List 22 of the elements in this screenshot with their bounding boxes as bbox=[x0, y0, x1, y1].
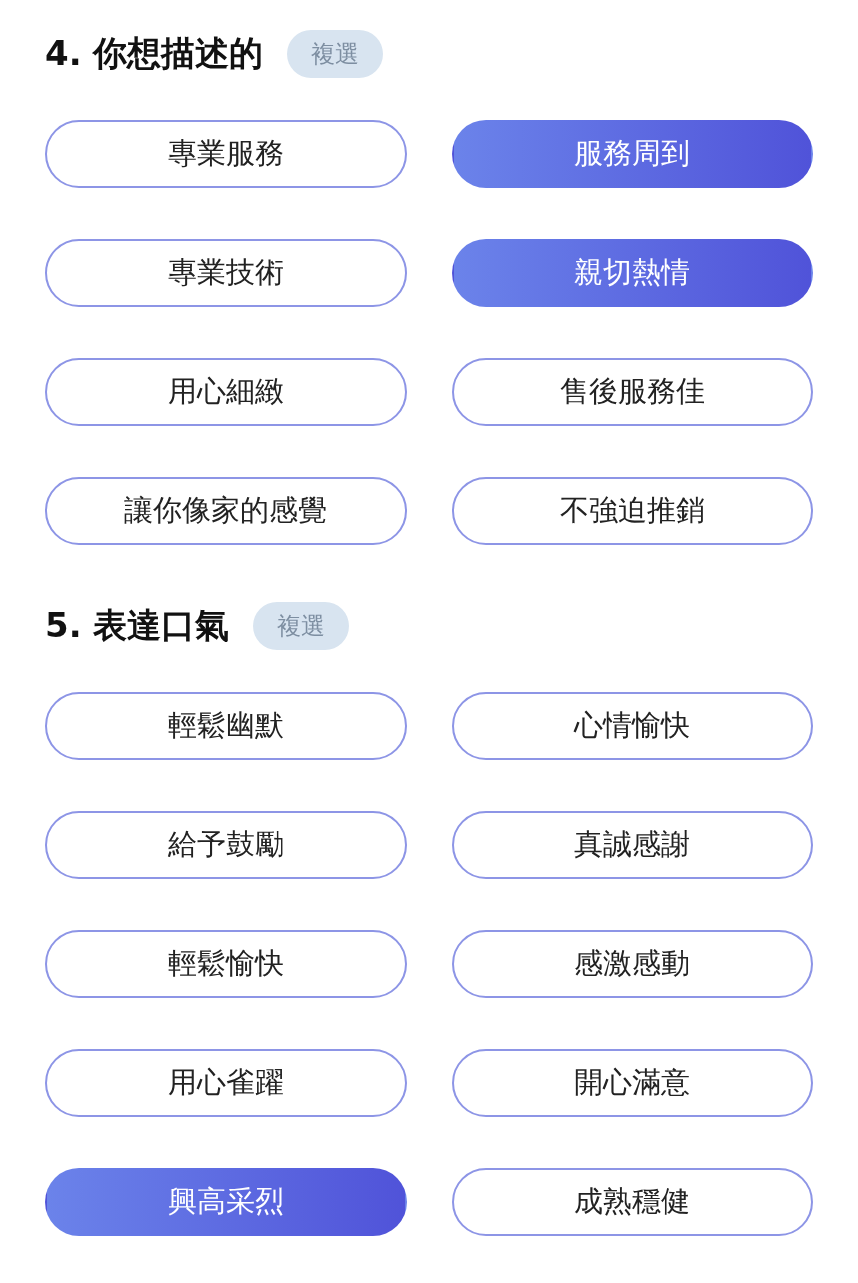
option-button[interactable]: 服務周到 bbox=[451, 120, 813, 188]
option-button[interactable]: 親切熱情 bbox=[451, 239, 813, 307]
option-button[interactable]: 成熟穩健 bbox=[451, 1168, 813, 1236]
option-button[interactable]: 感激感動 bbox=[451, 930, 813, 998]
option-button[interactable]: 真誠感謝 bbox=[451, 811, 813, 879]
option-button[interactable]: 用心雀躍 bbox=[45, 1049, 407, 1117]
multi-select-tag: 複選 bbox=[253, 602, 350, 650]
section-title: 4. 你想描述的 bbox=[45, 32, 264, 75]
section-title: 5. 表達口氣 bbox=[45, 604, 230, 647]
multi-select-tag: 複選 bbox=[287, 30, 384, 78]
option-button[interactable]: 輕鬆愉快 bbox=[45, 930, 407, 998]
option-button[interactable]: 售後服務佳 bbox=[451, 358, 813, 426]
option-button[interactable]: 心情愉快 bbox=[451, 692, 813, 760]
option-button[interactable]: 專業技術 bbox=[45, 239, 407, 307]
option-button[interactable]: 給予鼓勵 bbox=[45, 811, 407, 879]
option-button[interactable]: 不強迫推銷 bbox=[451, 477, 813, 545]
option-button[interactable]: 興高采烈 bbox=[45, 1168, 407, 1236]
option-button[interactable]: 讓你像家的感覺 bbox=[45, 477, 407, 545]
option-button[interactable]: 開心滿意 bbox=[451, 1049, 813, 1117]
option-button[interactable]: 用心細緻 bbox=[45, 358, 407, 426]
option-button[interactable]: 專業服務 bbox=[45, 120, 407, 188]
option-button[interactable]: 輕鬆幽默 bbox=[45, 692, 407, 760]
